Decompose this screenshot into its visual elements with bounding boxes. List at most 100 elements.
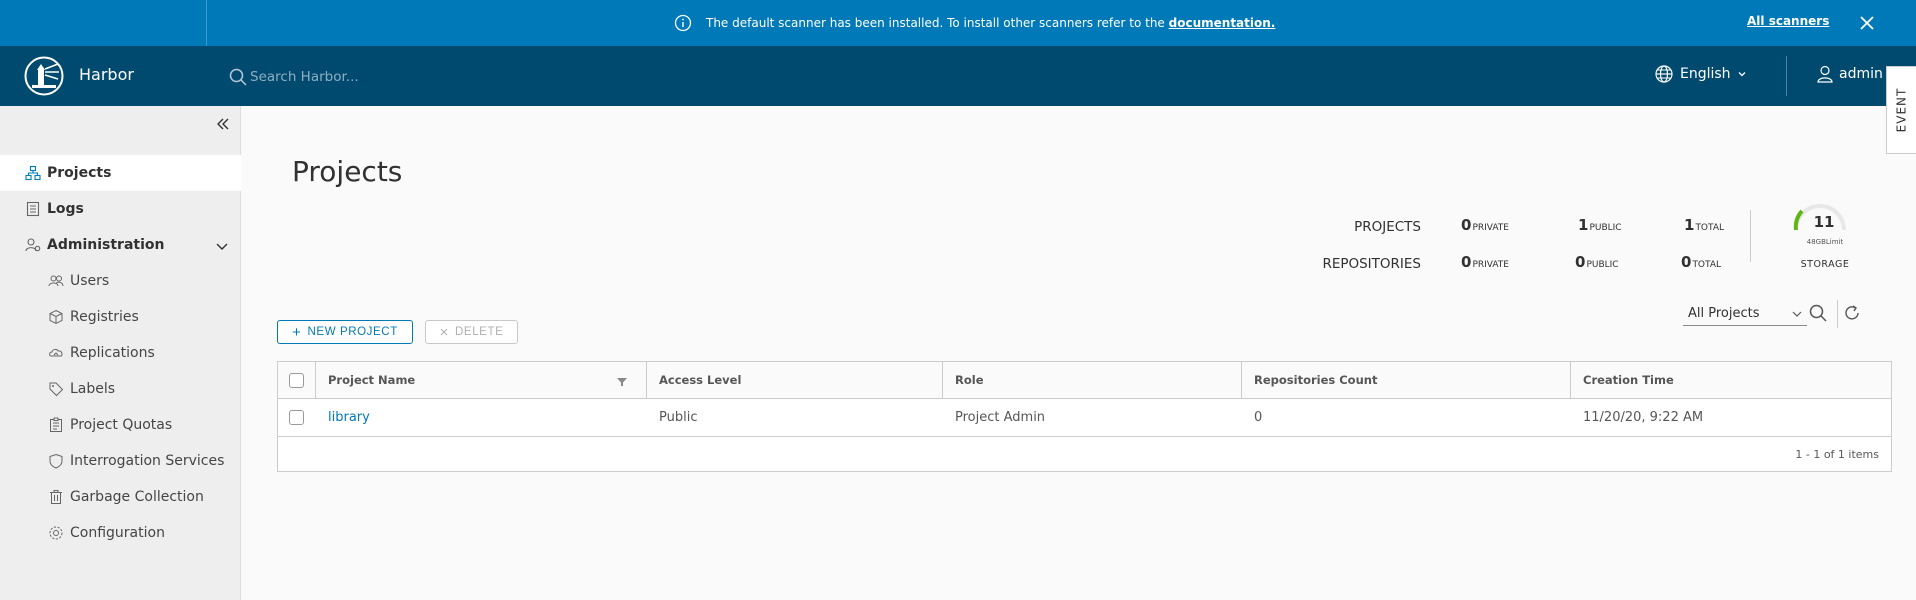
chevron-down-icon[interactable] [215, 239, 229, 253]
sidebar-item-label: Administration [47, 237, 165, 253]
documentation-link[interactable]: documentation. [1169, 16, 1276, 30]
sidebar-item-projects[interactable]: Projects [0, 155, 241, 191]
repositories-stat-label: REPOSITORIES [1322, 256, 1421, 272]
repositories-public-count: 0PUBLIC [1575, 253, 1619, 271]
banner-message: The default scanner has been installed. … [674, 12, 1275, 34]
column-header-creation-time[interactable]: Creation Time [1583, 362, 1674, 398]
banner-divider [206, 0, 207, 46]
project-filter-select[interactable]: All Projects [1683, 302, 1807, 326]
row-checkbox[interactable] [289, 410, 304, 425]
projects-private-count: 0PRIVATE [1461, 216, 1509, 234]
users-icon [48, 273, 64, 289]
column-header-repositories-count[interactable]: Repositories Count [1254, 362, 1377, 398]
logs-icon [25, 201, 41, 217]
select-all-checkbox-cell [289, 362, 304, 398]
info-icon [674, 14, 692, 32]
global-search[interactable] [228, 64, 628, 90]
repositories-total-count: 0TOTAL [1681, 253, 1721, 271]
sidebar-item-logs[interactable]: Logs [0, 191, 241, 227]
user-icon [1817, 65, 1833, 83]
close-icon: × [439, 323, 450, 341]
datagrid-footer: 1 - 1 of 1 items [278, 437, 1891, 471]
close-icon[interactable] [1857, 13, 1877, 33]
language-dropdown[interactable]: English [1654, 64, 1747, 84]
replications-icon [48, 345, 64, 361]
scanner-banner: The default scanner has been installed. … [0, 0, 1916, 46]
sidebar-item-administration[interactable]: Administration [0, 227, 241, 263]
configuration-icon [48, 525, 64, 541]
column-separator [315, 362, 316, 398]
sidebar-item-project-quotas[interactable]: Project Quotas [0, 407, 241, 443]
table-row[interactable]: library Public Project Admin 0 11/20/20,… [278, 399, 1891, 437]
page-title: Projects [292, 155, 403, 188]
storage-limit: 48GBLimit [1806, 238, 1844, 246]
role-cell: Project Admin [955, 410, 1046, 425]
sidebar: Projects Logs Administration Users Regis… [0, 106, 241, 600]
plus-icon: + [292, 323, 302, 341]
sidebar-item-label: Replications [70, 345, 155, 361]
new-project-button[interactable]: + NEW PROJECT [277, 320, 413, 344]
project-name-link[interactable]: library [328, 410, 370, 425]
garbage-collection-icon [48, 489, 64, 505]
brand-name[interactable]: Harbor [79, 65, 134, 84]
project-quotas-icon [48, 417, 64, 433]
storage-value: 11 [1813, 213, 1835, 231]
column-header-project-name[interactable]: Project Name [328, 362, 415, 398]
repositories-private-count: 0PRIVATE [1461, 253, 1509, 271]
sidebar-item-replications[interactable]: Replications [0, 335, 241, 371]
interrogation-services-icon [48, 453, 64, 469]
projects-icon [25, 165, 41, 181]
sidebar-item-garbage-collection[interactable]: Garbage Collection [0, 479, 241, 515]
event-tab-label: EVENT [1894, 87, 1909, 133]
repositories-count-cell: 0 [1254, 410, 1263, 425]
sidebar-item-label: Projects [47, 165, 112, 181]
user-menu[interactable]: admin [1815, 64, 1883, 84]
app-header: Harbor English admin [0, 46, 1916, 106]
sidebar-item-label: Users [70, 273, 110, 289]
search-input[interactable] [250, 69, 610, 85]
sidebar-item-configuration[interactable]: Configuration [0, 515, 241, 551]
column-separator [1570, 362, 1571, 398]
column-separator [942, 362, 943, 398]
sidebar-item-users[interactable]: Users [0, 263, 241, 299]
chevron-down-icon [1792, 311, 1802, 317]
refresh-icon[interactable] [1842, 303, 1862, 323]
sidebar-item-label: Project Quotas [70, 417, 173, 433]
banner-text: The default scanner has been installed. … [706, 16, 1165, 30]
pagination-description: 1 - 1 of 1 items [1795, 448, 1879, 461]
sidebar-item-labels[interactable]: Labels [0, 371, 241, 407]
harbor-logo[interactable] [24, 56, 64, 96]
globe-icon [1655, 65, 1673, 83]
storage-label: STORAGE [1800, 259, 1850, 270]
column-separator [646, 362, 647, 398]
projects-stat-label: PROJECTS [1354, 219, 1421, 235]
access-level-cell: Public [659, 410, 698, 425]
projects-public-count: 1PUBLIC [1578, 216, 1622, 234]
projects-datagrid: Project Name Access Level Role Repositor… [277, 361, 1892, 472]
all-scanners-link[interactable]: All scanners [1747, 14, 1829, 28]
column-header-access-level[interactable]: Access Level [659, 362, 741, 398]
sidebar-item-label: Logs [47, 201, 84, 217]
sidebar-item-registries[interactable]: Registries [0, 299, 241, 335]
language-label: English [1680, 66, 1731, 82]
sidebar-item-label: Labels [70, 381, 116, 397]
toolbar-divider [1837, 300, 1838, 328]
stats-divider [1750, 210, 1751, 262]
delete-button[interactable]: × DELETE [425, 320, 518, 344]
labels-icon [48, 381, 64, 397]
sidebar-item-label: Interrogation Services [70, 453, 225, 469]
chevron-down-icon [1738, 72, 1746, 77]
header-divider [1786, 56, 1787, 96]
search-icon[interactable] [1808, 303, 1828, 323]
sidebar-item-label: Garbage Collection [70, 489, 204, 505]
search-icon [229, 68, 247, 86]
column-header-role[interactable]: Role [955, 362, 984, 398]
sidebar-item-interrogation-services[interactable]: Interrogation Services [0, 443, 241, 479]
event-tab[interactable]: EVENT [1886, 66, 1916, 154]
filter-icon[interactable] [616, 376, 628, 388]
administration-icon [25, 237, 41, 253]
datagrid-header: Project Name Access Level Role Repositor… [278, 362, 1891, 399]
collapse-sidebar-icon[interactable] [214, 115, 232, 133]
username: admin [1839, 66, 1883, 82]
select-all-checkbox[interactable] [289, 372, 304, 388]
